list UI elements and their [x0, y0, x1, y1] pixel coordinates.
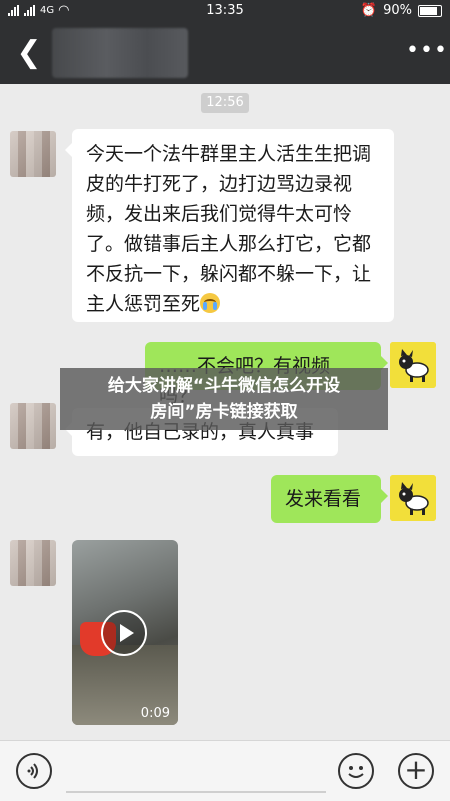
voice-icon[interactable] — [16, 753, 52, 789]
emoji-icon[interactable] — [338, 753, 374, 789]
input-bar: + — [0, 740, 450, 801]
message-timestamp: 12:56 — [201, 93, 249, 113]
message-input[interactable] — [66, 791, 326, 793]
overlay-line: 房间”房卡链接获取 — [150, 402, 298, 422]
video-message[interactable]: 0:09 — [72, 540, 178, 725]
avatar[interactable] — [10, 540, 56, 586]
avatar[interactable] — [390, 475, 436, 521]
status-bar: 4G ◠ 13:35 ⏰ 90% — [0, 0, 450, 24]
title-bar: ❮ ••• — [0, 24, 450, 84]
alarm-icon: ⏰ — [360, 3, 378, 18]
message-bubble-incoming[interactable]: 今天一个法牛群里主人活生生把调皮的牛打死了，边打边骂边录视频，发出来后我们觉得牛… — [65, 129, 394, 322]
back-icon[interactable]: ❮ — [12, 34, 46, 74]
crying-face-icon — [200, 293, 221, 313]
contact-name-blurred — [52, 28, 188, 78]
message-text: 发来看看 — [285, 488, 362, 510]
more-dots-icon[interactable]: ••• — [406, 40, 447, 62]
dog-avatar-icon — [390, 342, 436, 388]
avatar[interactable] — [390, 342, 436, 388]
dog-avatar-icon — [390, 475, 436, 521]
message-text: 今天一个法牛群里主人活生生把调皮的牛打死了，边打边骂边录视频，发出来后我们觉得牛… — [86, 143, 372, 315]
message-bubble-outgoing[interactable]: 发来看看 — [271, 475, 388, 523]
overlay-line: 给大家讲解“斗牛微信怎么开设 — [107, 376, 341, 396]
battery-icon — [418, 4, 442, 17]
avatar[interactable] — [10, 131, 56, 177]
video-duration: 0:09 — [140, 706, 170, 721]
status-right: ⏰ 90% — [361, 3, 442, 18]
battery-percent: 90% — [383, 3, 412, 18]
promo-overlay-banner: 给大家讲解“斗牛微信怎么开设 房间”房卡链接获取 — [60, 368, 388, 430]
avatar[interactable] — [10, 403, 56, 449]
plus-icon[interactable]: + — [398, 753, 434, 789]
play-icon[interactable] — [101, 610, 147, 656]
